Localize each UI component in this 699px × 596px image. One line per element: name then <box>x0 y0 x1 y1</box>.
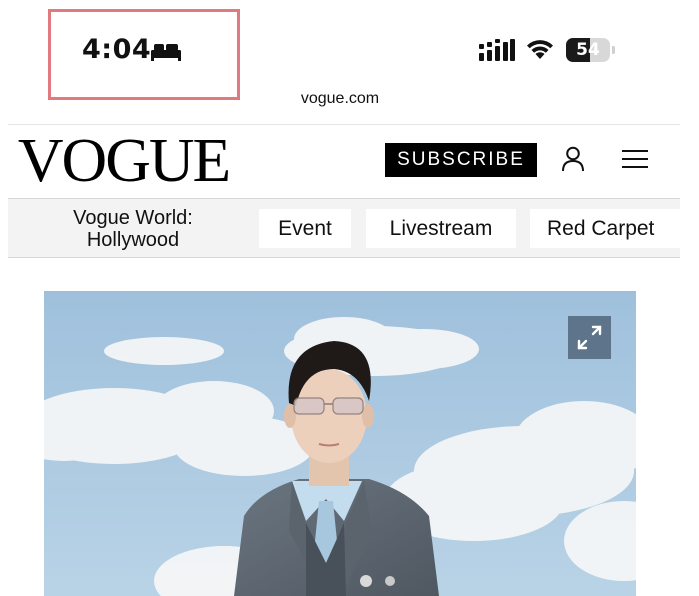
nav-item-vogue-world-hollywood[interactable]: Vogue World: Hollywood <box>28 207 238 251</box>
hero-photo <box>44 291 636 596</box>
subscribe-button[interactable]: SUBSCRIBE <box>385 143 537 177</box>
nav-item-label-line1: Vogue World: <box>73 207 193 229</box>
battery-cap <box>612 46 615 54</box>
bed-icon <box>151 44 181 61</box>
address-bar-url[interactable]: vogue.com <box>0 90 680 108</box>
nav-item-red-carpet[interactable]: Red Carpet <box>530 209 680 248</box>
expand-icon <box>577 325 602 350</box>
status-time: 4:04 <box>82 34 152 65</box>
hero-image[interactable] <box>44 291 636 596</box>
nav-item-livestream[interactable]: Livestream <box>366 209 516 248</box>
battery-level: 54 <box>576 40 600 60</box>
status-bar: 4:04 54 <box>0 0 699 100</box>
wifi-icon <box>527 40 553 59</box>
battery-body: 54 <box>566 38 610 62</box>
nav-item-label-line2: Hollywood <box>86 229 180 251</box>
user-icon[interactable] <box>561 146 585 172</box>
nav-item-event[interactable]: Event <box>259 209 351 248</box>
header-divider <box>8 124 680 125</box>
hamburger-menu-icon[interactable] <box>622 148 648 170</box>
vogue-logo[interactable]: VOGUE <box>18 130 231 192</box>
battery-indicator: 54 <box>566 38 616 62</box>
section-nav: Vogue World: Hollywood Event Livestream … <box>8 198 680 258</box>
expand-image-button[interactable] <box>568 316 611 359</box>
cellular-signal-icon <box>479 39 515 61</box>
